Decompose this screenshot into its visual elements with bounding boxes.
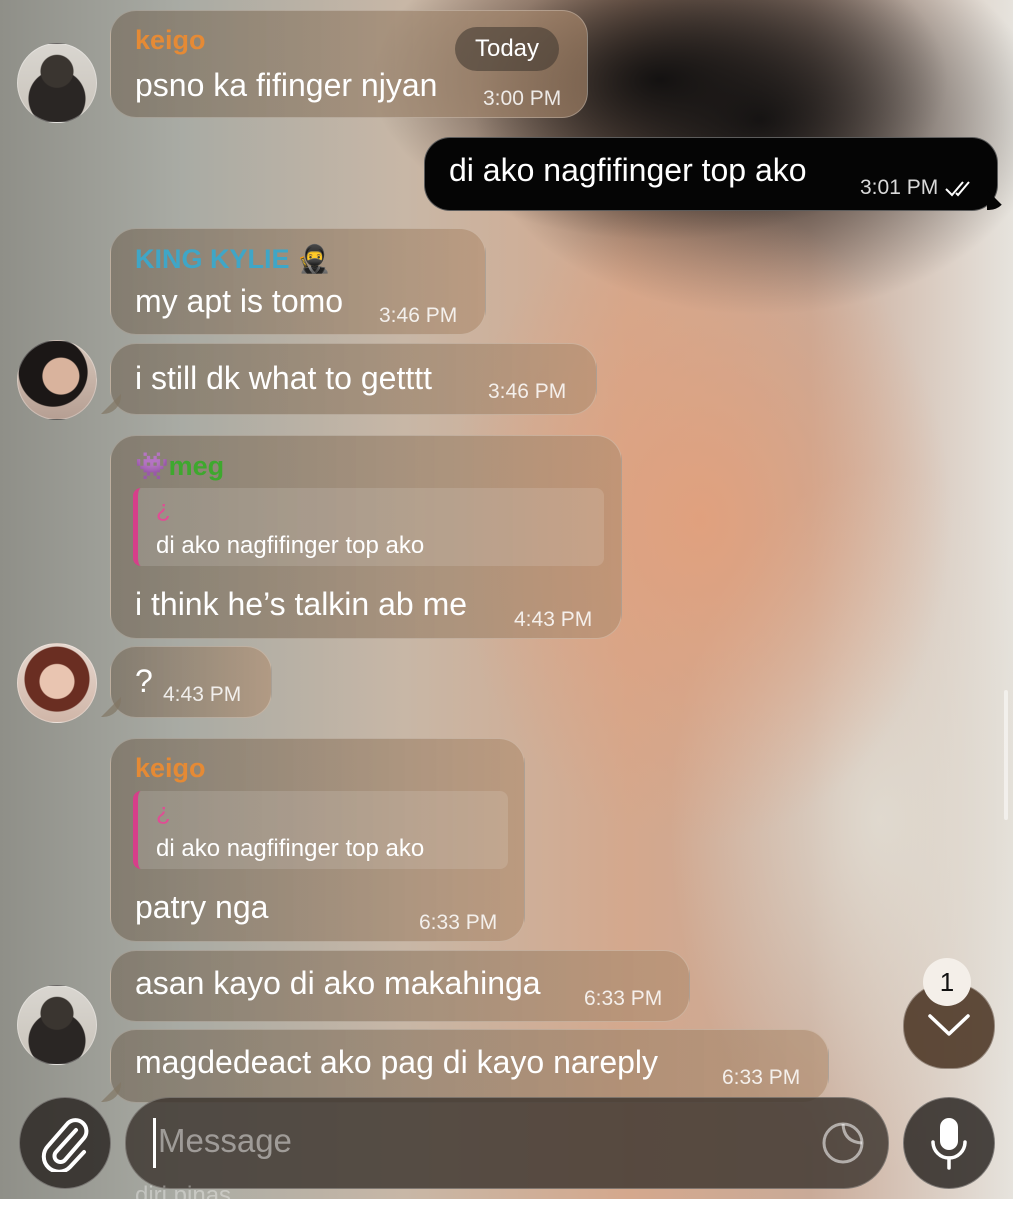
sender-name[interactable]: keigo xyxy=(135,25,206,56)
message-time: 3:00 PM xyxy=(483,87,562,110)
sender-name[interactable]: 👾meg xyxy=(135,450,224,482)
message-bubble[interactable]: asan kayo di ako makahinga 6:33 PM xyxy=(110,950,690,1022)
scrollbar[interactable] xyxy=(1004,690,1008,820)
message-bubble[interactable]: magdedeact ako pag di kayo nareply 6:33 … xyxy=(110,1029,829,1103)
reply-text: di ako nagfifinger top ako xyxy=(156,835,425,862)
microphone-icon xyxy=(931,1118,967,1170)
double-check-icon xyxy=(945,181,970,197)
message-time: 3:46 PM xyxy=(488,380,567,403)
background-overlay-text: diri pinas xyxy=(135,1182,232,1209)
sticker-icon[interactable] xyxy=(820,1120,866,1166)
sender-name[interactable]: keigo xyxy=(135,753,206,784)
chevron-down-icon xyxy=(928,1014,970,1036)
message-bubble[interactable]: 👾meg ¿ di ako nagfifinger top ako i thin… xyxy=(110,435,622,639)
date-chip: Today xyxy=(455,27,559,71)
reply-author: ¿ xyxy=(156,799,171,826)
reply-quote[interactable]: ¿ di ako nagfifinger top ako xyxy=(133,488,604,566)
voice-record-button[interactable] xyxy=(903,1097,995,1189)
message-text: i think he’s talkin ab me xyxy=(135,586,468,622)
message-text: asan kayo di ako makahinga xyxy=(135,965,541,1001)
message-time: 6:33 PM xyxy=(722,1066,801,1089)
message-time: 4:43 PM xyxy=(163,683,242,706)
paperclip-icon xyxy=(41,1118,89,1172)
message-text: i still dk what to getttt xyxy=(135,360,433,396)
avatar[interactable] xyxy=(17,985,97,1065)
message-bubble[interactable]: KING KYLIE 🥷 my apt is tomo 3:46 PM xyxy=(110,228,486,335)
message-text: my apt is tomo xyxy=(135,283,344,319)
reply-text: di ako nagfifinger top ako xyxy=(156,532,425,559)
message-text: di ako nagfifinger top ako xyxy=(449,152,807,188)
unread-badge: 1 xyxy=(923,958,971,1006)
attach-button[interactable] xyxy=(19,1097,111,1189)
reply-author: ¿ xyxy=(156,496,171,523)
avatar[interactable] xyxy=(17,643,97,723)
message-input[interactable]: Message xyxy=(125,1097,889,1189)
message-bubble[interactable]: keigo ¿ di ako nagfifinger top ako patry… xyxy=(110,738,525,942)
message-time: 6:33 PM xyxy=(584,987,663,1010)
message-bubble-outgoing[interactable]: di ako nagfifinger top ako 3:01 PM xyxy=(424,137,998,211)
message-text: ? xyxy=(135,663,153,699)
message-time: 4:43 PM xyxy=(514,608,593,631)
message-time: 3:46 PM xyxy=(379,304,458,327)
sender-name[interactable]: KING KYLIE 🥷 xyxy=(135,243,331,275)
reply-quote[interactable]: ¿ di ako nagfifinger top ako xyxy=(133,791,508,869)
avatar[interactable] xyxy=(17,43,97,123)
message-text: patry nga xyxy=(135,889,269,925)
text-caret xyxy=(153,1118,156,1168)
message-bubble[interactable]: ? 4:43 PM xyxy=(110,646,272,718)
message-text: magdedeact ako pag di kayo nareply xyxy=(135,1044,659,1080)
message-text: psno ka fifinger njyan xyxy=(135,67,438,103)
avatar[interactable] xyxy=(17,340,97,420)
message-placeholder: Message xyxy=(158,1122,292,1159)
message-time: 6:33 PM xyxy=(419,911,498,934)
message-bubble[interactable]: i still dk what to getttt 3:46 PM xyxy=(110,343,597,415)
message-time: 3:01 PM xyxy=(860,176,939,199)
